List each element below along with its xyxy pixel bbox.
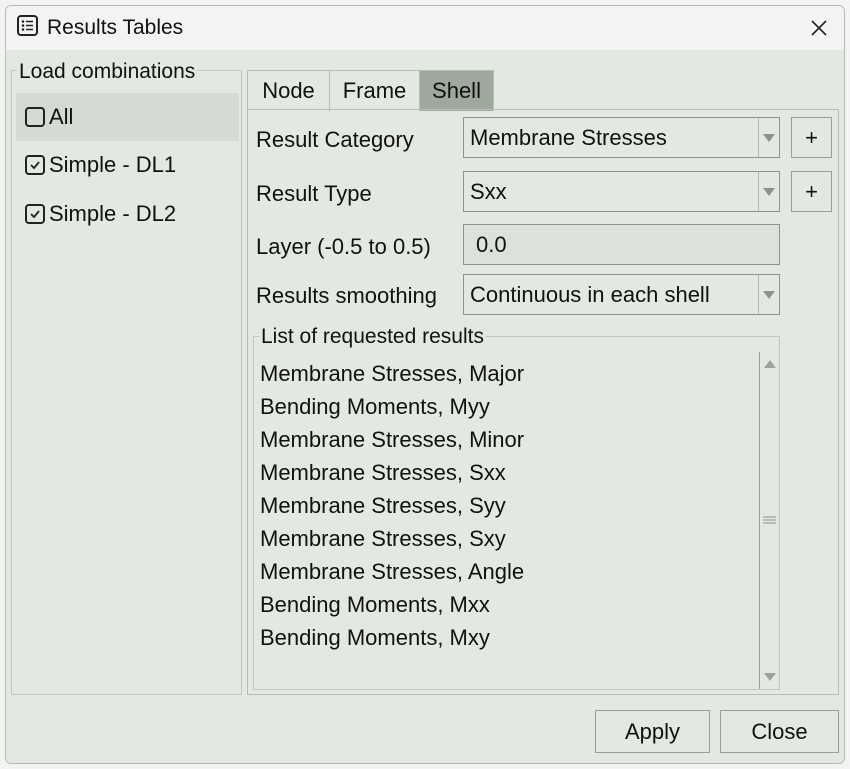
triangle-up-icon[interactable] [760, 354, 779, 374]
results-smoothing-select[interactable]: Continuous in each shell [463, 274, 780, 315]
load-combinations-title: Load combinations [17, 60, 198, 84]
list-item-label: Simple - DL1 [49, 152, 177, 177]
list-item[interactable]: Bending Moments, Mxy [260, 625, 490, 651]
title-bar: Results Tables [6, 6, 844, 50]
list-item-simple-dl1[interactable]: Simple - DL1 [16, 141, 239, 189]
add-result-type-button[interactable]: + [791, 171, 832, 212]
list-item-label: Simple - DL2 [49, 201, 177, 226]
requested-results-title: List of requested results [259, 325, 486, 349]
list-item[interactable]: Membrane Stresses, Sxx [260, 460, 506, 486]
tab-label: Shell [432, 78, 481, 103]
list-item[interactable]: Bending Moments, Myy [260, 394, 490, 420]
plus-icon: + [805, 124, 818, 150]
list-item-all[interactable]: All [16, 93, 239, 141]
table-list-icon [17, 15, 38, 36]
apply-button[interactable]: Apply [595, 710, 710, 753]
window-title: Results Tables [47, 16, 184, 39]
result-category-label: Result Category [256, 127, 414, 152]
scrollbar-grip[interactable] [763, 512, 776, 524]
result-category-select[interactable]: Membrane Stresses [463, 117, 780, 158]
result-category-value: Membrane Stresses [470, 124, 667, 150]
close-icon[interactable] [804, 13, 834, 43]
layer-label: Layer (-0.5 to 0.5) [256, 234, 431, 259]
tab-label: Frame [342, 78, 407, 103]
results-smoothing-value: Continuous in each shell [470, 281, 710, 307]
tab-frame[interactable]: Frame [329, 70, 420, 111]
checkbox-checked-icon[interactable] [25, 155, 45, 175]
list-item[interactable]: Membrane Stresses, Angle [260, 559, 524, 585]
layer-value: 0.0 [476, 231, 507, 257]
list-item[interactable]: Bending Moments, Mxx [260, 592, 490, 618]
list-item[interactable]: Membrane Stresses, Minor [260, 427, 524, 453]
results-smoothing-label: Results smoothing [256, 283, 437, 308]
list-item[interactable]: Membrane Stresses, Major [260, 361, 524, 387]
checkbox-unchecked-icon[interactable] [25, 107, 45, 127]
result-type-label: Result Type [256, 181, 372, 206]
close-button-label: Close [751, 718, 808, 744]
layer-input[interactable]: 0.0 [463, 224, 780, 265]
tab-label: Node [262, 78, 315, 103]
list-item-label: All [49, 104, 74, 129]
apply-button-label: Apply [624, 718, 681, 744]
chevron-down-icon[interactable] [758, 275, 779, 314]
result-type-value: Sxx [470, 178, 507, 204]
list-item[interactable]: Membrane Stresses, Sxy [260, 526, 506, 552]
add-category-button[interactable]: + [791, 117, 832, 158]
list-item[interactable]: Membrane Stresses, Syy [260, 493, 506, 519]
plus-icon: + [805, 178, 818, 204]
close-button[interactable]: Close [720, 710, 839, 753]
tab-node[interactable]: Node [247, 70, 330, 111]
tab-shell[interactable]: Shell [419, 70, 494, 111]
requested-results-list[interactable]: Membrane Stresses, Major Bending Moments… [254, 352, 760, 689]
triangle-down-icon[interactable] [760, 667, 779, 687]
list-item-simple-dl2[interactable]: Simple - DL2 [16, 190, 239, 238]
result-type-select[interactable]: Sxx [463, 171, 780, 212]
chevron-down-icon[interactable] [758, 118, 779, 157]
chevron-down-icon[interactable] [758, 172, 779, 211]
requested-results-scrollbar[interactable] [759, 352, 779, 689]
checkbox-checked-icon[interactable] [25, 204, 45, 224]
load-combinations-list: All Simple - DL1 Simple - DL2 [16, 93, 239, 693]
